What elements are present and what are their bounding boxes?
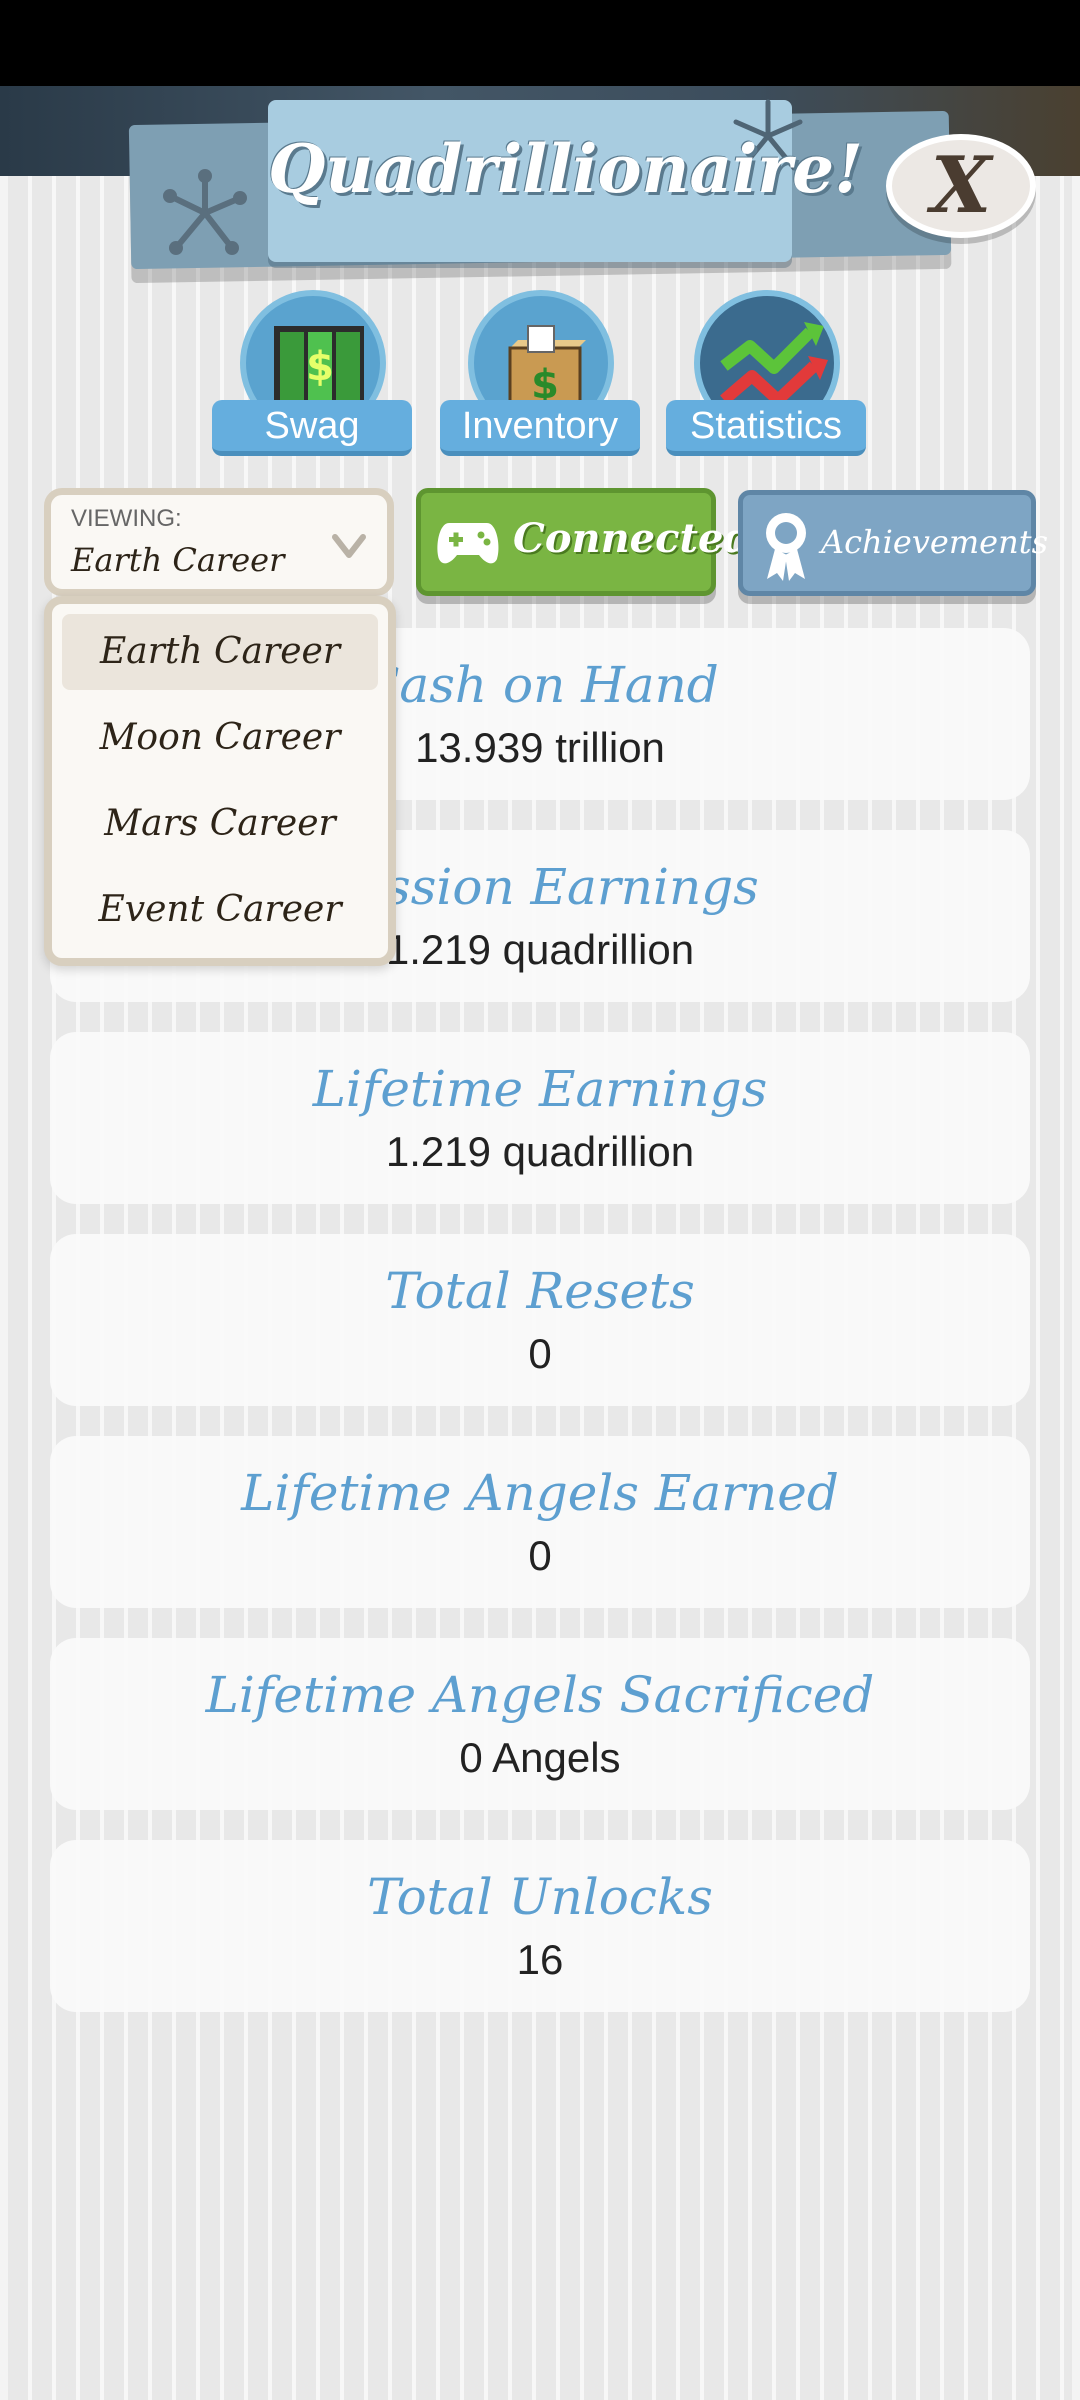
sparkle-left-icon bbox=[163, 169, 247, 255]
achievements-label: Achievements bbox=[821, 523, 1048, 561]
stat-value: 0 bbox=[528, 1532, 552, 1579]
stat-value: 1.219 quadrillion bbox=[385, 1128, 695, 1175]
stat-card-total-resets: Total Resets 0 bbox=[50, 1234, 1030, 1406]
stat-value: 16 bbox=[516, 1936, 564, 1983]
close-button[interactable]: X bbox=[886, 134, 1036, 238]
tab-statistics[interactable]: Statistics bbox=[666, 290, 866, 460]
page-title: Quadrillionaire! bbox=[268, 130, 864, 208]
tab-inventory[interactable]: $ Inventory bbox=[440, 290, 640, 460]
award-ribbon-icon bbox=[766, 513, 806, 581]
stat-title: Total Resets bbox=[385, 1262, 695, 1320]
stat-card-lifetime-angels-sacrificed: Lifetime Angels Sacrificed 0 Angels bbox=[50, 1638, 1030, 1810]
career-dropdown-menu: Earth Career Moon Career Mars Career Eve… bbox=[44, 596, 396, 966]
viewing-value: Earth Career bbox=[71, 541, 285, 579]
dropdown-option-event-career[interactable]: Event Career bbox=[62, 872, 378, 948]
stat-value: 0 Angels bbox=[459, 1734, 621, 1781]
close-icon: X bbox=[930, 140, 992, 231]
career-selector[interactable]: VIEWING: Earth Career bbox=[44, 488, 394, 596]
dropdown-option-earth-career[interactable]: Earth Career bbox=[62, 614, 378, 690]
stat-card-lifetime-earnings: Lifetime Earnings 1.219 quadrillion bbox=[50, 1032, 1030, 1204]
tab-swag[interactable]: $ Swag bbox=[212, 290, 412, 460]
stat-title: Total Unlocks bbox=[367, 1868, 713, 1926]
svg-text:$: $ bbox=[306, 344, 334, 390]
stat-card-lifetime-angels-earned: Lifetime Angels Earned 0 bbox=[50, 1436, 1030, 1608]
tab-statistics-label: Statistics bbox=[666, 400, 866, 456]
tab-swag-label: Swag bbox=[212, 400, 412, 456]
viewing-caption: VIEWING: bbox=[71, 505, 182, 532]
connected-button[interactable]: Connected bbox=[416, 488, 751, 596]
stat-title: Lifetime Earnings bbox=[312, 1060, 768, 1118]
status-bar bbox=[0, 0, 1080, 86]
dropdown-option-mars-career[interactable]: Mars Career bbox=[62, 786, 378, 862]
connected-label: Connected bbox=[513, 515, 752, 562]
stat-value: 0 bbox=[528, 1330, 552, 1377]
dropdown-option-moon-career[interactable]: Moon Career bbox=[62, 700, 378, 776]
achievements-button[interactable]: Achievements bbox=[738, 490, 1048, 596]
stat-card-total-unlocks: Total Unlocks 16 bbox=[50, 1840, 1030, 2012]
chevron-down-icon bbox=[332, 534, 366, 558]
tab-inventory-label: Inventory bbox=[440, 400, 640, 456]
stat-title: Lifetime Angels Earned bbox=[241, 1464, 839, 1522]
gamepad-icon bbox=[437, 523, 499, 564]
stat-title: Lifetime Angels Sacrificed bbox=[205, 1666, 875, 1724]
